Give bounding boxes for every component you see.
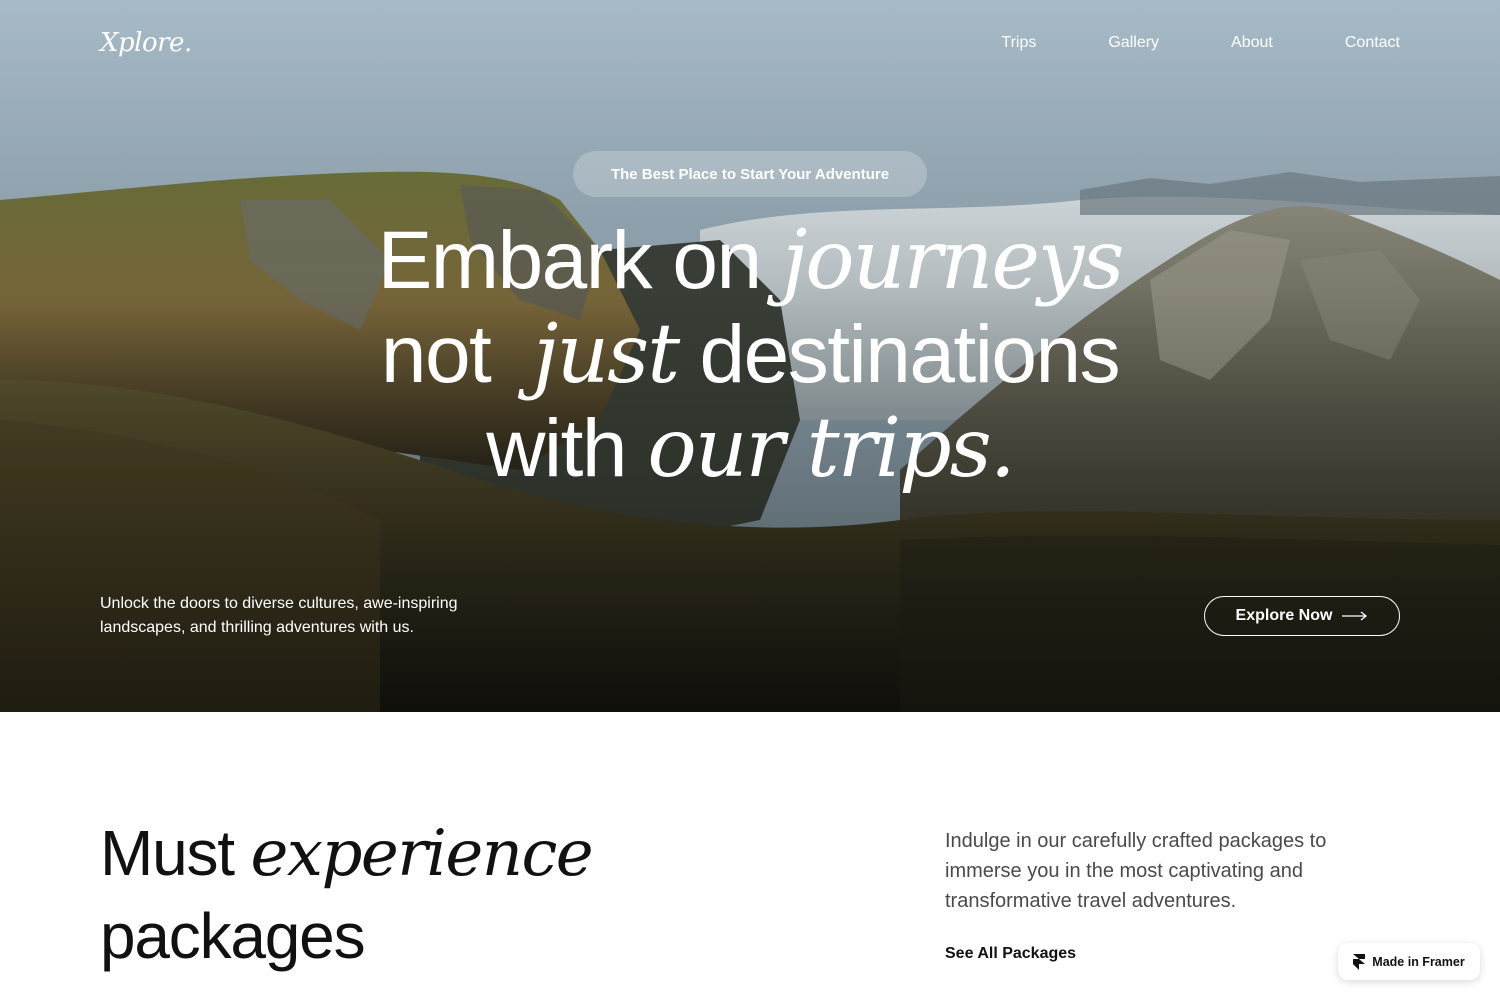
headline-line2-italic: just — [532, 307, 680, 402]
explore-now-label: Explore Now — [1235, 607, 1333, 624]
headline-line3-italic: our trips. — [647, 401, 1015, 496]
packages-heading-italic: experience — [250, 817, 593, 891]
packages-heading-plain-a: Must — [100, 817, 235, 889]
explore-now-button[interactable]: Explore Now — [1204, 596, 1400, 636]
headline-line1-plain: Embark on — [377, 215, 763, 306]
hero-section: Xplore. Trips Gallery About Contact The … — [0, 0, 1500, 712]
headline-line-2: not just destinations — [0, 308, 1500, 402]
headline-line-3: with our trips. — [0, 402, 1500, 496]
made-in-framer-label: Made in Framer — [1372, 954, 1465, 969]
headline-line2-plain-a: not — [380, 309, 492, 400]
headline-line2-plain-b: destinations — [699, 309, 1121, 400]
nav-link-gallery[interactable]: Gallery — [1108, 34, 1159, 52]
arrow-right-icon — [1342, 611, 1368, 621]
framer-logo-icon — [1353, 953, 1366, 970]
hero-tagline-badge: The Best Place to Start Your Adventure — [573, 151, 927, 197]
nav-links: Trips Gallery About Contact — [929, 34, 1400, 52]
hero-description: Unlock the doors to diverse cultures, aw… — [100, 595, 458, 636]
hero-headline: Embark on journeys not just destinations… — [0, 214, 1500, 496]
made-in-framer-badge[interactable]: Made in Framer — [1338, 943, 1480, 980]
headline-line-1: Embark on journeys — [0, 214, 1500, 308]
packages-heading-plain-b: packages — [100, 900, 366, 972]
headline-line3-plain: with — [486, 403, 627, 494]
site-logo[interactable]: Xplore. — [100, 28, 192, 58]
top-navigation: Xplore. Trips Gallery About Contact — [100, 28, 1400, 64]
packages-heading-line-1: Must experience — [100, 812, 594, 895]
packages-description: Indulge in our carefully crafted package… — [945, 830, 1327, 912]
headline-line1-italic: journeys — [781, 213, 1125, 308]
nav-link-contact[interactable]: Contact — [1345, 34, 1400, 52]
packages-heading: Must experience packages — [100, 812, 594, 977]
nav-link-trips[interactable]: Trips — [1001, 34, 1036, 52]
nav-link-about[interactable]: About — [1231, 34, 1273, 52]
see-all-packages-link[interactable]: See All Packages — [945, 945, 1076, 963]
